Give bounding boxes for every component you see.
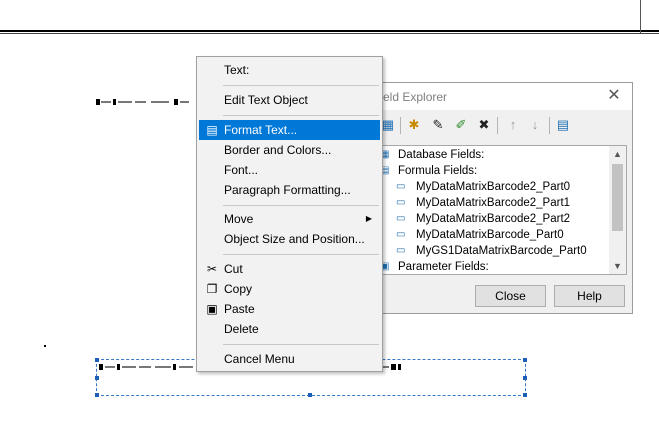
menu-item-font[interactable]: Font...: [199, 160, 380, 180]
formula-icon: ▭: [396, 245, 406, 256]
delete-icon[interactable]: ✖: [475, 115, 493, 135]
field-tree[interactable]: ▦ Database Fields: ▤ Formula Fields: ▭ M…: [375, 145, 627, 275]
menu-item-object-size-and-position[interactable]: Object Size and Position...: [199, 229, 380, 249]
formula-icon: ▭: [396, 197, 406, 208]
report-right-edge: [640, 0, 641, 33]
move-down-icon[interactable]: ↓: [526, 115, 544, 135]
context-menu: Text: Edit Text Object ▤ Format Text... …: [196, 56, 383, 372]
field-explorer-window[interactable]: eld Explorer ✕ ▦ ✱ ✎ ✐ ✖ ↑ ↓ ▤ ▦ Databas…: [372, 82, 633, 314]
menu-item-paste[interactable]: ▣ Paste: [199, 299, 380, 319]
field-explorer-toolbar: ▦ ✱ ✎ ✐ ✖ ↑ ↓ ▤: [373, 115, 632, 137]
format-text-icon: ▤: [206, 123, 218, 137]
menu-item-text[interactable]: Text:: [199, 60, 380, 80]
menu-item-move[interactable]: Move ▶: [199, 209, 380, 229]
report-barcode-text-object[interactable]: [96, 99, 194, 105]
formula-icon: ▭: [396, 213, 406, 224]
edit-icon[interactable]: ✎: [429, 115, 447, 135]
menu-separator: [223, 115, 379, 116]
scroll-down-icon[interactable]: ▼: [609, 258, 626, 274]
menu-item-copy[interactable]: ❐ Copy: [199, 279, 380, 299]
copy-icon: ❐: [206, 282, 218, 296]
menu-item-paragraph-formatting[interactable]: Paragraph Formatting...: [199, 180, 380, 200]
move-up-icon[interactable]: ↑: [504, 115, 522, 135]
submenu-arrow-icon: ▶: [365, 214, 372, 223]
close-button[interactable]: Close: [475, 285, 546, 307]
menu-separator: [223, 254, 379, 255]
cut-icon: ✂: [206, 262, 218, 276]
browse-icon[interactable]: ▤: [554, 115, 572, 135]
scroll-up-icon[interactable]: ▲: [609, 146, 626, 162]
tree-scrollbar[interactable]: ▲ ▼: [609, 146, 626, 274]
field-explorer-title: eld Explorer: [383, 90, 448, 104]
menu-item-cancel-menu[interactable]: Cancel Menu: [199, 349, 380, 369]
menu-separator: [223, 344, 379, 345]
help-button[interactable]: Help: [554, 285, 625, 307]
menu-item-cut[interactable]: ✂ Cut: [199, 259, 380, 279]
close-icon[interactable]: ✕: [605, 87, 623, 105]
scroll-thumb[interactable]: [612, 164, 623, 231]
menu-separator: [223, 205, 379, 206]
formula-icon: ▭: [396, 229, 406, 240]
report-marker: [44, 345, 46, 347]
rename-icon[interactable]: ✐: [452, 115, 470, 135]
field-explorer-titlebar[interactable]: eld Explorer ✕: [373, 83, 632, 110]
menu-item-edit-text-object[interactable]: Edit Text Object: [199, 90, 380, 110]
menu-item-format-text[interactable]: ▤ Format Text...: [199, 120, 380, 140]
paste-icon: ▣: [206, 302, 218, 316]
menu-separator: [223, 85, 379, 86]
menu-item-border-and-colors[interactable]: Border and Colors...: [199, 140, 380, 160]
menu-item-delete[interactable]: Delete: [199, 319, 380, 339]
report-top-rule: [0, 30, 659, 32]
new-icon[interactable]: ✱: [405, 115, 423, 135]
report-top-rule-2: [0, 33, 659, 34]
formula-icon: ▭: [396, 181, 406, 192]
